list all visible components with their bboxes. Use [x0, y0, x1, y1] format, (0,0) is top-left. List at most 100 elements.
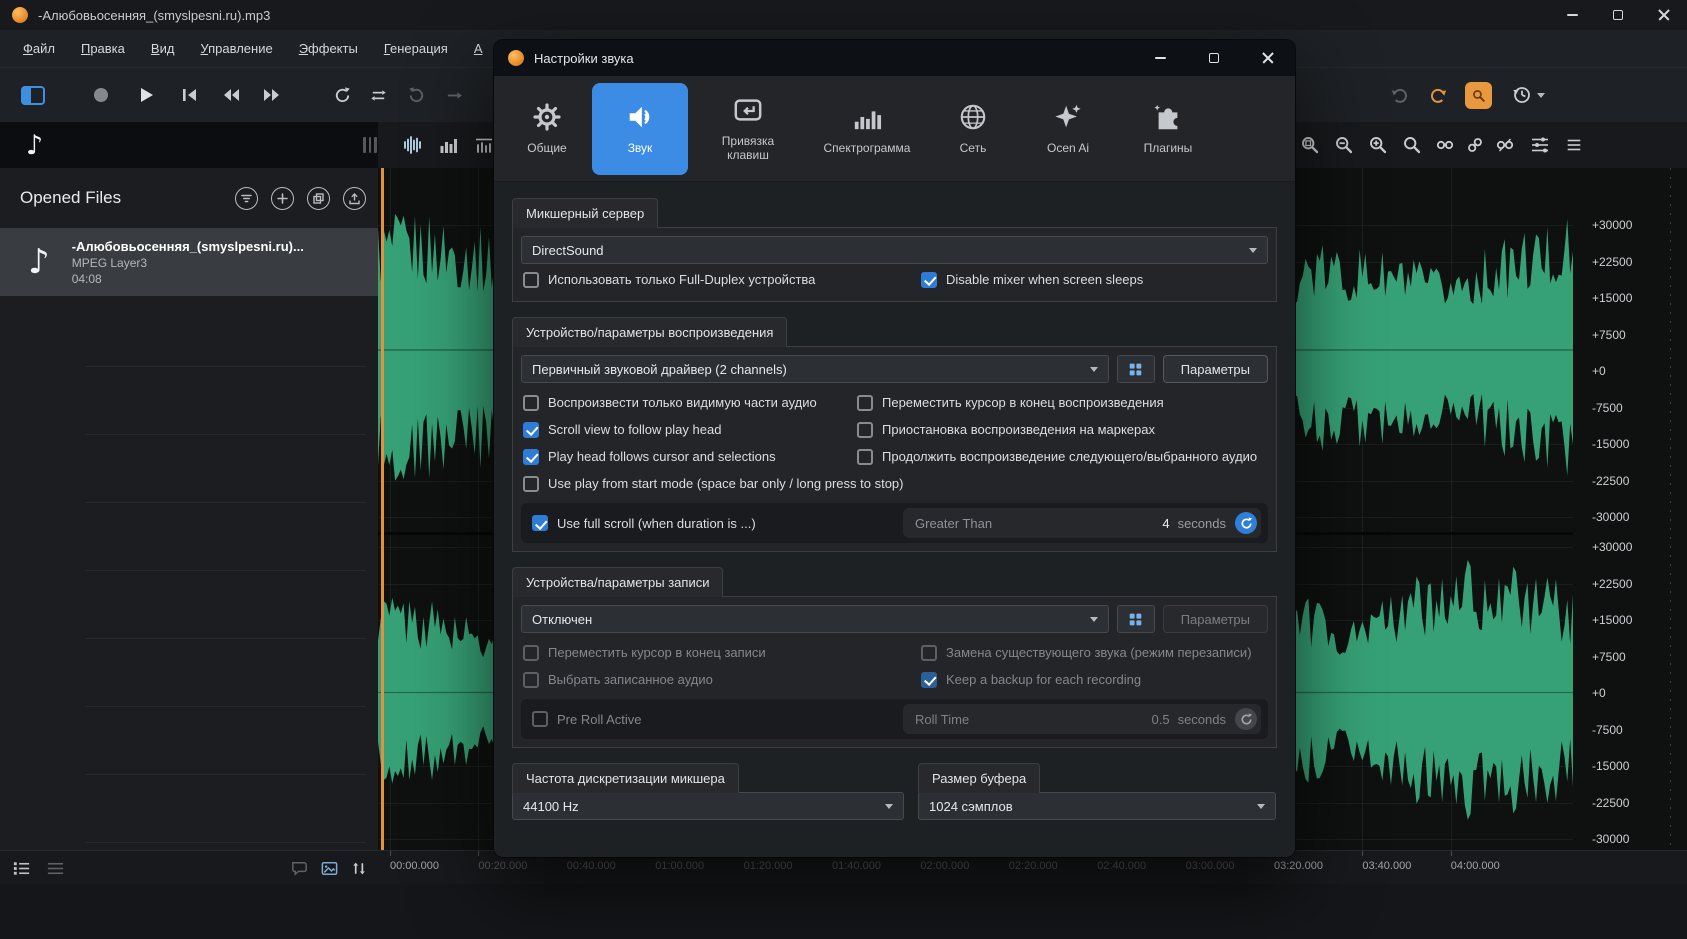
tab-ocen-ai[interactable]: Ocen Ai: [1020, 83, 1116, 175]
dialog-minimize-button[interactable]: [1133, 40, 1187, 76]
duplicate-button[interactable]: [307, 187, 330, 210]
checkbox-full-duplex[interactable]: Использовать только Full-Duplex устройст…: [521, 266, 913, 293]
checkbox-move-cursor-to-end[interactable]: Переместить курсор в конец воспроизведен…: [855, 389, 1268, 416]
section-tab-buffer-size[interactable]: Размер буфера: [918, 763, 1040, 793]
checkbox-disable-mixer[interactable]: Disable mixer when screen sleeps: [919, 266, 1268, 293]
comment-button[interactable]: [290, 851, 318, 885]
tab-plugins[interactable]: Плагины: [1120, 83, 1216, 175]
checkbox-continue-next-audio[interactable]: Продолжить воспроизведение следующего/вы…: [855, 443, 1268, 470]
undo-button[interactable]: [1384, 68, 1416, 122]
mixer-server-dropdown[interactable]: DirectSound: [521, 236, 1268, 264]
checkbox-select-recorded-audio[interactable]: Выбрать записанное аудио: [521, 666, 913, 693]
minimize-button[interactable]: [1549, 0, 1595, 30]
tab-sound[interactable]: Звук: [592, 83, 688, 175]
checkbox[interactable]: [523, 449, 539, 465]
waveform-view-button[interactable]: [396, 122, 428, 168]
menu-file[interactable]: Файл: [10, 35, 68, 62]
checkbox[interactable]: [857, 449, 873, 465]
checkbox[interactable]: [921, 645, 937, 661]
checkbox[interactable]: [857, 422, 873, 438]
add-file-button[interactable]: [271, 187, 294, 210]
section-tab-mixer-server[interactable]: Микшерный сервер: [512, 198, 658, 228]
checkbox[interactable]: [532, 515, 548, 531]
tab-spectrogram[interactable]: Спектрограмма: [808, 83, 926, 175]
zoom-out-button[interactable]: [1328, 122, 1360, 168]
sort-button[interactable]: [350, 851, 378, 885]
recording-device-grid-button[interactable]: [1117, 605, 1155, 633]
export-button[interactable]: [343, 187, 366, 210]
skip-start-button[interactable]: [174, 68, 206, 122]
checkbox-move-cursor-end-recording[interactable]: Переместить курсор в конец записи: [521, 639, 913, 666]
tab-general[interactable]: Общие: [506, 83, 588, 175]
checkbox[interactable]: [921, 672, 937, 688]
tab-network[interactable]: Сеть: [930, 83, 1016, 175]
field-value[interactable]: 4: [1162, 516, 1177, 531]
menu-view[interactable]: Вид: [138, 35, 188, 62]
playback-device-dropdown[interactable]: Первичный звуковой драйвер (2 channels): [521, 355, 1109, 383]
roll-time-field[interactable]: Roll Time 0.5 seconds: [903, 704, 1261, 734]
dialog-close-button[interactable]: [1241, 40, 1295, 76]
checkbox[interactable]: [921, 272, 937, 288]
menu-analyze[interactable]: А: [461, 35, 496, 62]
loop-alt-button[interactable]: [400, 68, 432, 122]
image-button[interactable]: [320, 851, 348, 885]
zoom-selection-button[interactable]: [1294, 122, 1326, 168]
unlink-button[interactable]: [1490, 122, 1520, 168]
checkbox-play-visible-only[interactable]: Воспроизвести только видимую части аудио: [521, 389, 849, 416]
play-button[interactable]: [130, 68, 162, 122]
loop-button[interactable]: [326, 68, 358, 122]
close-button[interactable]: [1641, 0, 1687, 30]
link-diagonal-button[interactable]: [1460, 122, 1490, 168]
levels-button[interactable]: [1524, 122, 1556, 168]
checkbox[interactable]: [523, 476, 539, 492]
checkbox[interactable]: [532, 711, 548, 727]
zoom-in-button[interactable]: [1362, 122, 1394, 168]
checkbox-pre-roll-active[interactable]: Pre Roll Active: [530, 706, 893, 733]
playback-device-grid-button[interactable]: [1117, 355, 1155, 383]
checkbox-playhead-follows-cursor[interactable]: Play head follows cursor and selections: [521, 443, 849, 470]
buffer-size-dropdown[interactable]: 1024 сэмплов: [918, 792, 1276, 820]
checkbox[interactable]: [857, 395, 873, 411]
tab-key-bindings[interactable]: Привязка клавиш: [692, 83, 804, 175]
file-list-item[interactable]: ♪ -Алюбовьосенняя_(smyslpesni.ru)... MPE…: [0, 228, 378, 296]
playhead-cursor[interactable]: [381, 168, 384, 850]
checkbox-use-full-scroll[interactable]: Use full scroll (when duration is ...): [530, 510, 893, 537]
sidebar-toggle-button[interactable]: [16, 68, 50, 122]
sample-rate-dropdown[interactable]: 44100 Hz: [512, 792, 904, 820]
menu-lines-button[interactable]: [1558, 122, 1590, 168]
bars-view-button[interactable]: [432, 122, 464, 168]
redo-button[interactable]: [1422, 68, 1454, 122]
record-button[interactable]: [86, 68, 116, 122]
repeat-button[interactable]: [362, 68, 394, 122]
rewind-button[interactable]: [214, 68, 248, 122]
checkbox-scroll-follow-playhead[interactable]: Scroll view to follow play head: [521, 416, 849, 443]
menu-control[interactable]: Управление: [187, 35, 285, 62]
fast-forward-button[interactable]: [254, 68, 288, 122]
filter-button[interactable]: [235, 187, 258, 210]
play-from-cursor-button[interactable]: [438, 68, 470, 122]
menu-edit[interactable]: Правка: [68, 35, 138, 62]
maximize-button[interactable]: [1595, 0, 1641, 30]
zoom-fit-button[interactable]: [1396, 122, 1428, 168]
section-tab-recording[interactable]: Устройства/параметры записи: [512, 567, 723, 597]
checkbox-keep-backup[interactable]: Keep a backup for each recording: [919, 666, 1268, 693]
checkbox[interactable]: [523, 272, 539, 288]
simple-list-button[interactable]: [46, 851, 74, 885]
grip-handle[interactable]: [360, 122, 380, 168]
reset-button[interactable]: [1235, 708, 1257, 730]
section-tab-sample-rate[interactable]: Частота дискретизации микшера: [512, 763, 739, 793]
recording-device-dropdown[interactable]: Отключен: [521, 605, 1109, 633]
playback-params-button[interactable]: Параметры: [1163, 355, 1268, 383]
checkbox-play-from-start-mode[interactable]: Use play from start mode (space bar only…: [521, 470, 1268, 497]
reset-button[interactable]: [1235, 512, 1257, 534]
menu-effects[interactable]: Эффекты: [286, 35, 371, 62]
checkbox[interactable]: [523, 672, 539, 688]
checkbox-pause-on-markers[interactable]: Приостановка воспроизведения на маркерах: [855, 416, 1268, 443]
duration-threshold-field[interactable]: Greater Than 4 seconds: [903, 508, 1261, 538]
checkbox[interactable]: [523, 645, 539, 661]
search-button[interactable]: [1458, 68, 1498, 122]
checkbox[interactable]: [523, 395, 539, 411]
detail-list-button[interactable]: [12, 851, 40, 885]
history-button[interactable]: [1504, 68, 1552, 122]
checkbox[interactable]: [523, 422, 539, 438]
